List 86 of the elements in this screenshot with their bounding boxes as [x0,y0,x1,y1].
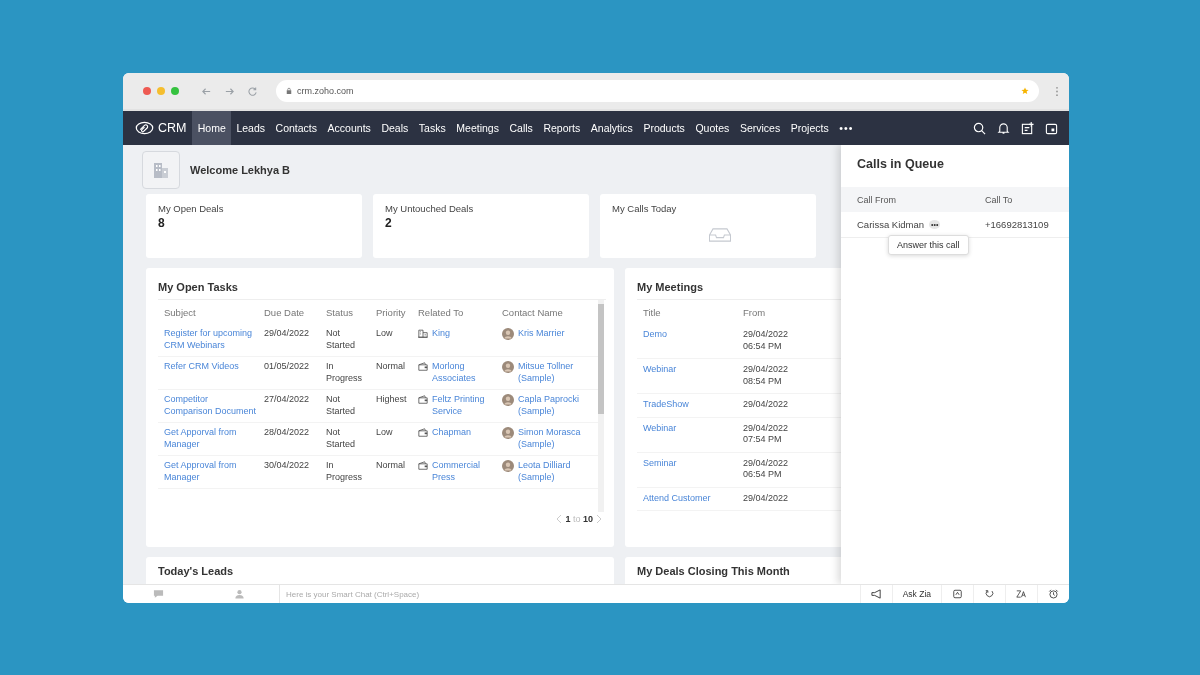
smart-chat-field[interactable]: Here is your Smart Chat (Ctrl+Space) [279,585,420,603]
stat-value: 8 [158,216,166,230]
table-cell-text: 28/04/2022 [263,427,311,439]
welcome-text: Welcome Lekhya B [190,164,291,176]
meeting-title-link[interactable]: TradeShow [643,399,737,411]
table-cell-text: In Progress [325,460,363,483]
table-cell-text: 29/04/2022 07:54 PM [742,422,790,446]
meeting-title-link[interactable]: Demo [643,329,737,341]
related-record-link[interactable]: King [432,328,450,340]
card-title: Today's Leads [158,565,235,577]
card-title: My Open Tasks [158,281,239,293]
stat-title: My Calls Today [612,203,678,214]
panel-title: Calls in Queue [856,156,945,173]
card-title: My Meetings [637,281,704,293]
nav-tab[interactable]: Deals [376,111,414,145]
table-cell-text: 27/04/2022 [263,394,311,406]
table-cell-text: Normal [375,361,406,373]
ask-zia-button[interactable]: Ask Zia [891,585,941,603]
table-cell-text: Normal [375,460,406,472]
nav-tab[interactable]: Projects [785,111,834,145]
column-header: Call From [856,194,897,205]
table-cell-text: 30/04/2022 [263,460,311,472]
task-subject-link[interactable]: Competitor Comparison Document [164,394,258,417]
nav-tab[interactable]: Services [734,111,786,145]
table-cell-text: In Progress [325,361,363,384]
nav-tab[interactable]: Leads [231,111,271,145]
card-title: My Deals Closing This Month [637,565,791,577]
nav-tab[interactable]: Analytics [585,111,639,145]
nav-tab[interactable]: Quotes [690,111,735,145]
table-cell-text: 29/04/2022 06:54 PM [742,329,790,352]
table-cell-text: 29/04/2022 06:54 PM [742,457,790,481]
meeting-title-link[interactable]: Seminar [643,457,737,469]
table-cell-text: 29/04/2022 [742,399,790,411]
column-header[interactable]: Title [637,306,737,318]
nav-tab[interactable]: Products [638,111,691,145]
stat-value: 2 [385,216,393,230]
table-cell-text: Not Started [325,427,357,450]
task-subject-link[interactable]: Register for upcoming CRM Webinars [164,328,258,351]
nav-tab[interactable]: Tasks [413,111,451,145]
nav-tab[interactable]: Contacts [270,111,323,145]
meeting-title-link[interactable]: Webinar [643,422,737,434]
table-cell-text: Not Started [325,394,357,417]
column-header[interactable]: From [737,306,809,318]
related-record-link[interactable]: Feltz Printing Service [432,394,496,417]
table-cell-text: Highest [375,394,408,406]
column-header[interactable]: Due Date [258,306,320,318]
contact-link[interactable]: Simon Morasca (Sample) [518,427,598,450]
table-cell-text: Low [375,328,394,340]
more-tabs-button[interactable]: ••• [834,111,859,145]
stat-title: My Open Deals [158,203,225,214]
nav-tab[interactable]: Reports [538,111,586,145]
column-header: Call To [984,194,1014,205]
table-cell-text: 29/04/2022 [263,328,311,340]
page-range: 1 to 10 [565,514,593,524]
contact-link[interactable]: Capla Paprocki (Sample) [518,394,598,417]
table-cell-text: 29/04/2022 08:54 PM [742,364,790,387]
task-subject-link[interactable]: Refer CRM Videos [164,361,258,373]
column-header[interactable]: Contact Name [496,306,598,318]
caller-name: Carissa Kidman [857,219,925,230]
nav-tab[interactable]: Meetings [451,111,505,145]
contact-link[interactable]: Leota Dilliard (Sample) [518,460,598,483]
task-subject-link[interactable]: Get Approval from Manager [164,460,258,483]
column-header[interactable]: Related To [412,306,496,318]
related-record-link[interactable]: Chapman [432,427,472,439]
contact-link[interactable]: Kris Marrier [518,328,565,340]
phone-number: +16692813109 [984,219,1050,230]
related-record-link[interactable]: Commercial Press [432,460,496,483]
table-cell-text: 29/04/2022 [742,492,790,504]
meeting-title-link[interactable]: Webinar [643,364,737,376]
table-cell-text: Low [375,427,394,439]
app-name: CRM [158,121,187,135]
nav-tab[interactable]: Accounts [322,111,377,145]
contact-link[interactable]: Mitsue Tollner (Sample) [518,361,598,384]
column-header[interactable]: Status [320,306,370,318]
table-cell-text: 01/05/2022 [263,361,311,373]
table-cell-text: Not Started [325,328,357,351]
nav-tab[interactable]: Calls [504,111,539,145]
task-subject-link[interactable]: Get Apporval from Manager [164,427,258,450]
tooltip: Answer this call [888,235,969,255]
related-record-link[interactable]: Morlong Associates [432,361,496,384]
column-header[interactable]: Subject [158,306,258,318]
nav-tab[interactable]: Home [192,111,232,145]
address-bar[interactable]: crm.zoho.com [276,80,1039,102]
column-header[interactable]: Priority [370,306,412,318]
meeting-title-link[interactable]: Attend Customer [643,492,737,504]
stat-title: My Untouched Deals [385,203,475,214]
